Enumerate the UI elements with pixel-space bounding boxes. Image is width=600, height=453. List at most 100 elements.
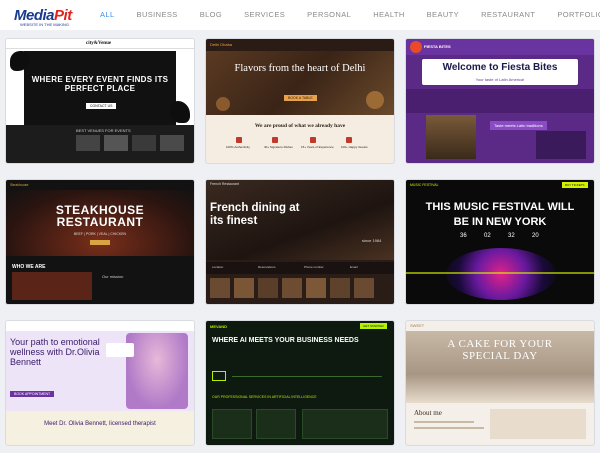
stat-icon: [272, 137, 278, 143]
card-brand: SWEET: [410, 323, 425, 328]
section-title: BEST VENUES FOR EVENTS: [76, 128, 131, 133]
template-card-french-restaurant[interactable]: French Restaurant French dining at its f…: [206, 180, 394, 304]
venue-thumbnail: [160, 135, 184, 151]
section-title: WHO WE ARE: [12, 264, 46, 270]
brand-logo-icon: [410, 41, 422, 53]
card-brand: Steakhouse: [10, 183, 29, 187]
top-bar: MediaPit WEBSITE IN THE MAKING ALL BUSIN…: [0, 0, 600, 30]
hero-title: A CAKE FOR YOUR SPECIAL DAY: [447, 338, 553, 362]
section-title: About me: [414, 409, 442, 417]
template-card-music-festival[interactable]: MUSIC FESTIVAL BUY TICKETS THIS MUSIC FE…: [406, 180, 594, 304]
info-label: Reservations: [258, 265, 276, 269]
filter-beauty[interactable]: BEAUTY: [427, 10, 459, 19]
info-label: Phone number: [304, 265, 324, 269]
hero-title-line1: THIS MUSIC FESTIVAL WILL: [425, 201, 575, 213]
hero-subtitle: Your taste of Latin America!: [475, 77, 525, 82]
text-line: [414, 427, 484, 429]
hero-cta: BOOK A TABLE: [284, 95, 317, 101]
get-started-button: GET STARTED: [360, 323, 387, 329]
countdown-seconds: 20: [532, 233, 539, 239]
food-bowl-image: [366, 91, 384, 109]
info-label: Email: [350, 265, 358, 269]
filter-all[interactable]: ALL: [100, 10, 115, 19]
template-card-steakhouse[interactable]: Steakhouse STEAKHOUSE RESTAURANT BEEF | …: [6, 180, 194, 304]
hero-title: French dining at its finest: [210, 202, 300, 227]
stat-label: 100+ Happy Guests: [341, 145, 368, 149]
floating-card: [106, 343, 134, 357]
intro-section: [6, 411, 194, 445]
hero-cta: [90, 240, 110, 245]
dish-thumbnail: [234, 278, 254, 298]
food-bowl-image: [216, 97, 230, 111]
card-brand: Delhi Dhaba: [210, 42, 233, 47]
menu-strip: [406, 89, 594, 113]
stat-label: 15+ Years of Experience: [301, 145, 334, 149]
stat-label: 100% Authenticity: [226, 145, 250, 149]
venue-thumbnail: [104, 135, 128, 151]
card-brand: French Restaurant: [210, 182, 239, 186]
filter-portfolio[interactable]: PORTFOLIO: [557, 10, 600, 19]
countdown-days: 36: [460, 233, 467, 239]
dish-thumbnail: [306, 278, 326, 298]
template-card-ai-business[interactable]: MEVAND GET STARTED WHERE AI MEETS YOUR B…: [206, 321, 394, 445]
filter-restaurant[interactable]: RESTAURANT: [481, 10, 535, 19]
hero-title: Flavors from the heart of Delhi: [234, 63, 366, 74]
countdown-minutes: 32: [508, 233, 515, 239]
text-block: [536, 131, 586, 159]
card-brand: MUSIC FESTIVAL: [410, 183, 439, 187]
stat-label: 40+ Signature Dishes: [264, 145, 293, 149]
abstract-music-artwork: [446, 248, 556, 300]
dish-thumbnail: [210, 278, 230, 298]
countdown-hours: 02: [484, 233, 491, 239]
hero-title: STEAKHOUSE RESTAURANT: [55, 203, 145, 229]
category-filter: ALL BUSINESS BLOG SERVICES PERSONAL HEAL…: [100, 10, 600, 19]
brand-logo[interactable]: MediaPit WEBSITE IN THE MAKING: [14, 7, 84, 27]
section-title: OUR PROFESSIONAL SERVICES IN ARTIFICIAL …: [212, 395, 317, 399]
therapist-portrait: [126, 333, 188, 409]
circuit-line: [232, 376, 382, 377]
hero-cta: BOOK APPOINTMENT: [10, 391, 55, 397]
filter-business[interactable]: BUSINESS: [137, 10, 178, 19]
hero-title: Your path to emotional wellness with Dr.…: [10, 337, 100, 367]
template-card-event-venue[interactable]: city&Venue WHERE EVERY EVENT FINDS ITS P…: [6, 39, 194, 163]
card-brand: MEVAND: [210, 324, 228, 329]
template-card-fiesta-bites[interactable]: FIESTA BITES Welcome to Fiesta Bites You…: [406, 39, 594, 163]
dish-thumbnail: [282, 278, 302, 298]
filter-services[interactable]: SERVICES: [244, 10, 285, 19]
ai-chip-icon: [212, 371, 226, 381]
hero-title: WHERE EVERY EVENT FINDS ITS PERFECT PLAC…: [31, 75, 169, 93]
intro-title: Meet Dr. Olivia Bennett, licensed therap…: [44, 421, 156, 427]
filter-blog[interactable]: BLOG: [200, 10, 222, 19]
filter-personal[interactable]: PERSONAL: [307, 10, 351, 19]
text-line: [414, 421, 474, 423]
service-card: [302, 409, 388, 439]
template-card-delhi-restaurant[interactable]: Delhi Dhaba Flavors from the heart of De…: [206, 39, 394, 163]
restaurant-photo: [426, 115, 476, 159]
filter-health[interactable]: HEALTH: [373, 10, 404, 19]
feature-label: Taste meets Latin traditions: [490, 121, 547, 130]
brand-tagline: WEBSITE IN THE MAKING: [20, 22, 70, 27]
hero-title: WHERE AI MEETS YOUR BUSINESS NEEDS: [212, 337, 359, 344]
stat-icon: [310, 137, 316, 143]
dish-thumbnail: [258, 278, 278, 298]
info-label: Location: [212, 265, 224, 269]
food-photo: [12, 272, 92, 300]
venue-thumbnail: [132, 135, 156, 151]
template-card-therapist[interactable]: Your path to emotional wellness with Dr.…: [6, 321, 194, 445]
buy-tickets-button: BUY TICKETS: [562, 182, 588, 188]
info-strip: [206, 262, 394, 274]
dish-thumbnail: [354, 278, 374, 298]
ink-splash-decoration: [170, 101, 190, 123]
hero-tagline: BEEF | PORK | VEAL | CHICKEN: [73, 232, 127, 236]
template-card-cake[interactable]: SWEET A CAKE FOR YOUR SPECIAL DAY About …: [406, 321, 594, 445]
section-title: We are proud of what we already have: [254, 123, 346, 129]
dish-thumbnail: [330, 278, 350, 298]
card-brand: FIESTA BITES: [424, 44, 451, 49]
card-navbar: [6, 321, 194, 331]
about-text-block: [490, 409, 586, 439]
hero-cta: CONTACT US: [86, 103, 117, 109]
since-label: since 1984: [362, 238, 382, 243]
venue-thumbnail: [76, 135, 100, 151]
hero-image: [206, 51, 394, 115]
card-brand: city&Venue: [86, 41, 112, 46]
